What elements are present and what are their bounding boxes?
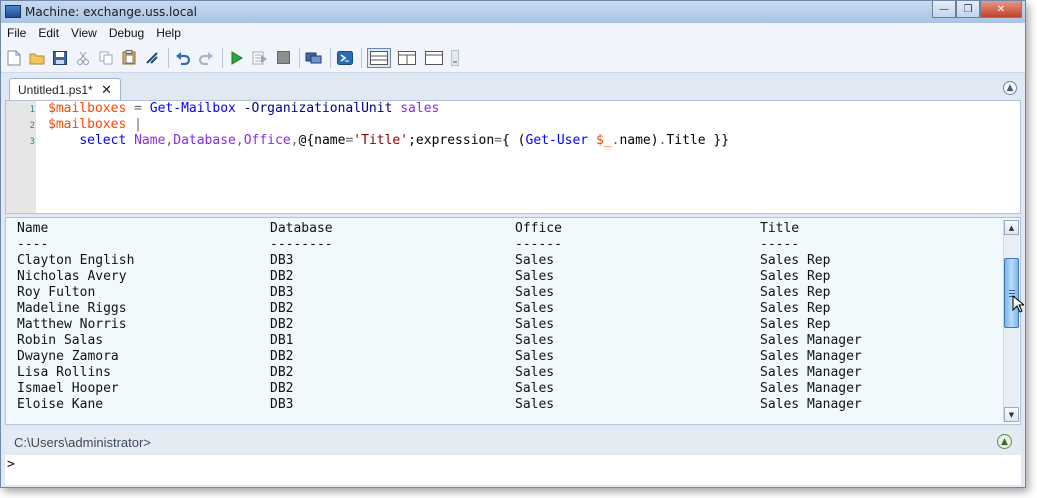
menu-file[interactable]: File: [1, 23, 32, 43]
code-line-3: select Name,Database,Office,@{name='Titl…: [79, 133, 730, 148]
clear-icon: [146, 51, 158, 64]
grip-line: [1009, 293, 1015, 294]
toolbar-separator: [299, 47, 300, 68]
toolbar-separator: [361, 47, 362, 68]
clear-button[interactable]: [143, 49, 161, 67]
column-header-name: Name: [17, 221, 49, 236]
current-path: C:\Users\administrator>: [14, 435, 151, 450]
copy-icon: [99, 51, 113, 64]
arrow-down-icon: ▼: [1008, 410, 1015, 419]
open-button[interactable]: [28, 49, 46, 67]
app-icon: [5, 5, 21, 18]
run-selection-button[interactable]: [251, 49, 269, 67]
show-script-right-button[interactable]: [396, 49, 418, 67]
save-button[interactable]: [51, 49, 69, 67]
powershell-console-icon: [337, 50, 353, 65]
column-header-office: Office: [515, 221, 562, 236]
maximize-button[interactable]: ❐: [956, 1, 980, 18]
paste-icon: [122, 50, 136, 65]
underline: ----: [17, 237, 49, 252]
layout-max-icon: [425, 50, 443, 65]
start-powershell-button[interactable]: [336, 49, 354, 67]
menu-bar: File Edit View Debug Help: [1, 23, 1025, 43]
toolbar: [1, 43, 1025, 73]
layout-side-icon: [398, 50, 416, 65]
line-number: 2: [29, 121, 35, 131]
undo-icon: [176, 51, 191, 65]
command-pane[interactable]: >: [5, 455, 1021, 485]
cut-icon: [77, 51, 89, 65]
mouse-cursor-icon: [1012, 295, 1024, 313]
chevron-up-icon: ▲: [1001, 436, 1008, 447]
expand-command-pane-button[interactable]: ▲: [997, 434, 1012, 449]
line-number: 1: [29, 105, 35, 115]
underline: -----: [760, 237, 800, 252]
command-prompt: >: [7, 457, 15, 472]
run-script-button[interactable]: [228, 49, 246, 67]
cut-button[interactable]: [74, 49, 92, 67]
scrollbar-thumb[interactable]: [1004, 258, 1019, 328]
layout-top-icon: [370, 50, 388, 65]
minimize-button[interactable]: —: [932, 1, 956, 18]
tab-label: Untitled1.ps1*: [18, 83, 93, 97]
chevron-up-icon: ▲: [1006, 83, 1014, 93]
new-file-icon: [7, 50, 21, 65]
arrow-up-icon: ▲: [1008, 223, 1015, 232]
tab-untitled1[interactable]: Untitled1.ps1* ✕: [9, 78, 121, 100]
toolbar-separator: [222, 47, 223, 68]
window-controls: — ❐ ✕: [932, 1, 1022, 19]
scroll-up-button[interactable]: ▲: [1004, 220, 1019, 235]
code-line-2: $mailboxes |: [48, 117, 142, 132]
remote-powershell-icon: [305, 52, 322, 63]
prompt-bar: C:\Users\administrator> ▲: [5, 429, 1021, 455]
maximize-icon: ❐: [963, 3, 973, 15]
copy-button[interactable]: [97, 49, 115, 67]
open-folder-icon: [29, 53, 45, 64]
save-icon: [53, 50, 67, 65]
grip-line: [1009, 290, 1015, 291]
ise-window: Machine: exchange.uss.local — ❐ ✕ File E…: [0, 0, 1026, 488]
redo-icon: [198, 51, 213, 65]
redo-button[interactable]: [197, 49, 215, 67]
output-pane[interactable]: Name Database Office Title ---- --------…: [5, 217, 1021, 425]
run-icon: [231, 50, 243, 65]
undo-button[interactable]: [174, 49, 192, 67]
close-tab-icon[interactable]: ✕: [101, 82, 112, 98]
close-icon: ✕: [996, 3, 1006, 15]
title-bar[interactable]: Machine: exchange.uss.local — ❐ ✕: [1, 1, 1025, 23]
menu-debug[interactable]: Debug: [103, 23, 150, 43]
script-tab-strip: Untitled1.ps1* ✕ ▲: [1, 73, 1025, 100]
minimize-icon: —: [939, 3, 949, 15]
new-remote-tab-button[interactable]: [305, 49, 323, 67]
menu-help[interactable]: Help: [150, 23, 187, 43]
script-editor[interactable]: 1 2 3 $mailboxes = Get-Mailbox -Organiza…: [5, 100, 1021, 214]
code-line-1: $mailboxes = Get-Mailbox -Organizational…: [48, 101, 440, 116]
underline: ------: [515, 237, 562, 252]
collapse-script-pane-button[interactable]: ▲: [1003, 81, 1017, 95]
column-header-title: Title: [760, 221, 800, 236]
close-button[interactable]: ✕: [980, 1, 1022, 18]
stop-icon: [276, 51, 290, 64]
stop-button[interactable]: [274, 49, 292, 67]
menu-view[interactable]: View: [65, 23, 103, 43]
overflow-icon: [451, 49, 459, 66]
underline: --------: [270, 237, 333, 252]
output-vertical-scrollbar[interactable]: ▲ ▼: [1003, 220, 1019, 422]
paste-button[interactable]: [120, 49, 138, 67]
line-number: 3: [29, 137, 35, 147]
toolbar-overflow-button[interactable]: [450, 49, 460, 67]
new-file-button[interactable]: [5, 49, 23, 67]
show-script-maximized-button[interactable]: [423, 49, 445, 67]
column-header-database: Database: [270, 221, 333, 236]
show-script-top-button[interactable]: [367, 47, 391, 68]
window-title: Machine: exchange.uss.local: [25, 5, 198, 19]
run-selection-icon: [252, 51, 267, 64]
toolbar-separator: [168, 47, 169, 68]
toolbar-separator: [330, 47, 331, 68]
line-number-gutter: 1 2 3: [6, 101, 36, 213]
menu-edit[interactable]: Edit: [32, 23, 65, 43]
scroll-down-button[interactable]: ▼: [1004, 407, 1019, 422]
